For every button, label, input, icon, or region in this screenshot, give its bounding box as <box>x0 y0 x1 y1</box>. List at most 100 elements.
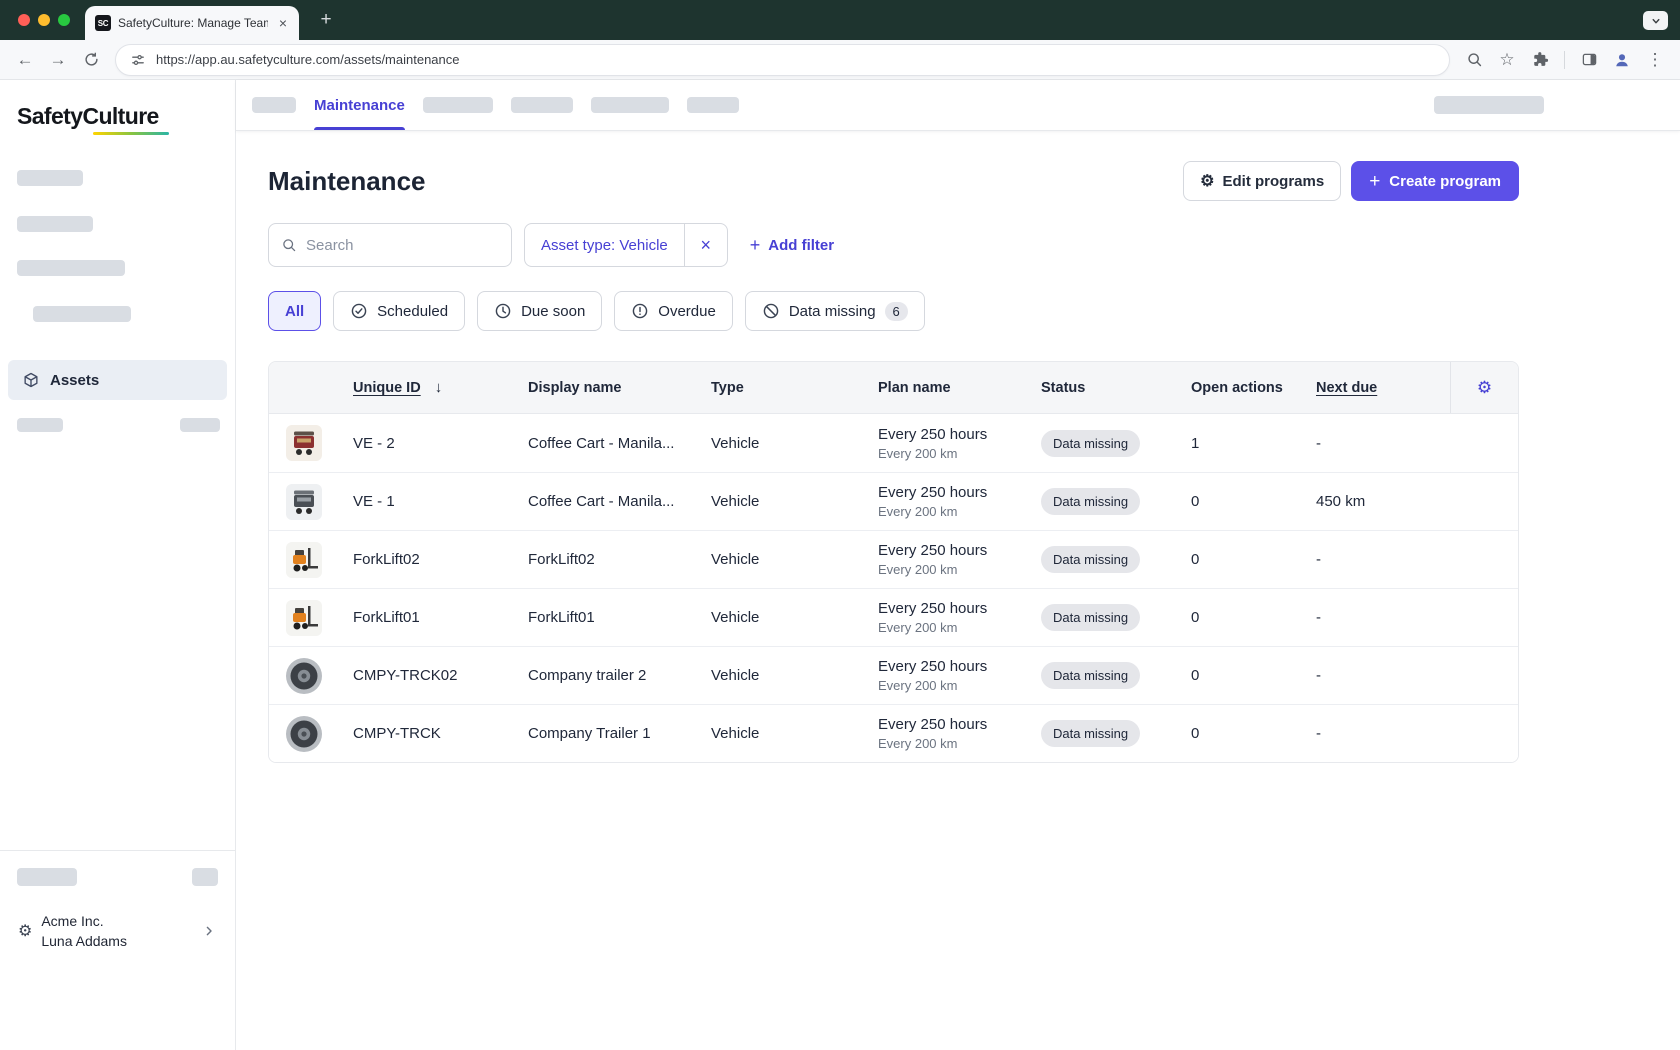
person-icon <box>1613 51 1631 69</box>
create-program-label: Create program <box>1389 173 1501 190</box>
status-badge: Data missing <box>1041 720 1140 747</box>
unique-id-cell: VE - 1 <box>353 493 528 510</box>
status-badge: Data missing <box>1041 604 1140 631</box>
filter-pill-all[interactable]: All <box>268 291 321 331</box>
type-cell: Vehicle <box>711 493 878 510</box>
column-header-next-due[interactable]: Next due <box>1316 380 1450 396</box>
filter-pill-data-missing[interactable]: Data missing 6 <box>745 291 925 331</box>
skeleton-tab <box>252 97 296 113</box>
unique-id-cell: ForkLift02 <box>353 551 528 568</box>
display-name-cell: Company trailer 2 <box>528 667 711 684</box>
coffee-cart-thumbnail[interactable] <box>286 484 322 520</box>
column-header-display-name[interactable]: Display name <box>528 380 711 396</box>
side-panel-icon[interactable] <box>1574 45 1604 75</box>
new-tab-button[interactable]: + <box>314 8 338 32</box>
tab-maintenance[interactable]: Maintenance <box>314 80 405 130</box>
url-text: https://app.au.safetyculture.com/assets/… <box>156 52 460 67</box>
minimize-window-button[interactable] <box>38 14 50 26</box>
pill-scheduled-label: Scheduled <box>377 303 448 320</box>
status-cell: Data missing <box>1041 430 1191 457</box>
type-cell: Vehicle <box>711 725 878 742</box>
reload-button[interactable] <box>76 45 106 75</box>
fullscreen-window-button[interactable] <box>58 14 70 26</box>
user-name: Luna Addams <box>41 931 192 951</box>
status-badge: Data missing <box>1041 662 1140 689</box>
browser-menu-icon[interactable]: ⋮ <box>1640 45 1670 75</box>
create-program-button[interactable]: + Create program <box>1351 161 1519 201</box>
column-header-status[interactable]: Status <box>1041 380 1191 396</box>
bookmark-star-icon[interactable]: ☆ <box>1492 45 1522 75</box>
display-name-cell: Coffee Cart - Manila... <box>528 493 711 510</box>
table-row[interactable]: ForkLift02 ForkLift02 Vehicle Every 250 … <box>269 530 1518 588</box>
extensions-icon[interactable] <box>1525 45 1555 75</box>
filter-pill-scheduled[interactable]: Scheduled <box>333 291 465 331</box>
forklift-thumbnail[interactable] <box>286 542 322 578</box>
plus-icon: + <box>750 235 761 256</box>
filter-pill-overdue[interactable]: Overdue <box>614 291 733 331</box>
site-info-icon[interactable] <box>130 52 146 68</box>
slash-circle-icon <box>762 302 780 320</box>
skeleton-tab <box>591 97 669 113</box>
add-filter-label: Add filter <box>768 237 834 254</box>
filter-chip-asset-type[interactable]: Asset type: Vehicle × <box>524 223 728 267</box>
close-window-button[interactable] <box>18 14 30 26</box>
chevron-down-icon <box>1649 14 1663 28</box>
unique-id-header-label: Unique ID <box>353 380 421 396</box>
search-box[interactable] <box>268 223 512 267</box>
logo-text-culture: Culture <box>82 103 158 129</box>
browser-tab[interactable]: SC SafetyCulture: Manage Teams and... × <box>85 6 299 40</box>
table-settings-button[interactable]: ⚙ <box>1450 362 1518 413</box>
skeleton-placeholder <box>17 170 83 186</box>
table-row[interactable]: VE - 1 Coffee Cart - Manila... Vehicle E… <box>269 472 1518 530</box>
forklift-thumbnail[interactable] <box>286 600 322 636</box>
sidebar-item-label: Assets <box>50 372 99 389</box>
table-row[interactable]: CMPY-TRCK02 Company trailer 2 Vehicle Ev… <box>269 646 1518 704</box>
tab-close-icon[interactable]: × <box>275 15 291 31</box>
address-bar[interactable]: https://app.au.safetyculture.com/assets/… <box>115 44 1450 76</box>
add-filter-button[interactable]: + Add filter <box>750 235 834 256</box>
open-actions-cell: 1 <box>1191 435 1316 452</box>
status-badge: Data missing <box>1041 430 1140 457</box>
edit-programs-button[interactable]: ⚙ Edit programs <box>1183 161 1341 201</box>
column-header-type[interactable]: Type <box>711 380 878 396</box>
open-actions-cell: 0 <box>1191 493 1316 510</box>
data-missing-count-badge: 6 <box>885 302 908 321</box>
skeleton-placeholder <box>17 418 63 432</box>
column-header-plan-name[interactable]: Plan name <box>878 380 1041 396</box>
type-cell: Vehicle <box>711 551 878 568</box>
table-row[interactable]: VE - 2 Coffee Cart - Manila... Vehicle E… <box>269 414 1518 472</box>
table-row[interactable]: CMPY-TRCK Company Trailer 1 Vehicle Ever… <box>269 704 1518 762</box>
skeleton-placeholder <box>180 418 220 432</box>
table-row[interactable]: ForkLift01 ForkLift01 Vehicle Every 250 … <box>269 588 1518 646</box>
column-header-unique-id[interactable]: Unique ID ↓ <box>353 379 528 396</box>
module-tab-bar: Maintenance <box>236 80 1680 131</box>
search-input[interactable] <box>306 237 499 254</box>
pill-due-soon-label: Due soon <box>521 303 585 320</box>
zoom-icon[interactable] <box>1459 45 1489 75</box>
forward-button[interactable]: → <box>43 45 73 75</box>
sidebar-item-assets[interactable]: Assets <box>8 360 227 400</box>
coffee-cart-thumbnail[interactable] <box>286 425 322 461</box>
org-switcher[interactable]: ⚙ Acme Inc. Luna Addams <box>10 902 225 960</box>
sidebar-divider <box>0 850 235 851</box>
display-name-cell: Company Trailer 1 <box>528 725 711 742</box>
status-cell: Data missing <box>1041 604 1191 631</box>
next-due-header-label: Next due <box>1316 380 1377 396</box>
filter-pill-due-soon[interactable]: Due soon <box>477 291 602 331</box>
maintenance-page: Maintenance ⚙ Edit programs + Create pro… <box>236 131 1680 763</box>
org-name: Acme Inc. <box>41 911 192 931</box>
trailer-thumbnail[interactable] <box>286 716 322 752</box>
reload-icon <box>83 51 100 68</box>
profile-avatar-icon[interactable] <box>1607 45 1637 75</box>
back-button[interactable]: ← <box>10 45 40 75</box>
display-name-cell: ForkLift01 <box>528 609 711 626</box>
clock-icon <box>494 302 512 320</box>
next-due-cell: - <box>1316 609 1450 626</box>
remove-filter-icon[interactable]: × <box>685 224 727 266</box>
trailer-thumbnail[interactable] <box>286 658 322 694</box>
page-title: Maintenance <box>268 166 426 197</box>
sidebar: SafetyCulture Assets ⚙ Acme Inc. Luna Ad… <box>0 80 236 1050</box>
tab-search-button[interactable] <box>1643 11 1668 30</box>
column-header-open-actions[interactable]: Open actions <box>1191 380 1316 396</box>
filter-chip-label: Asset type: Vehicle <box>525 224 684 266</box>
